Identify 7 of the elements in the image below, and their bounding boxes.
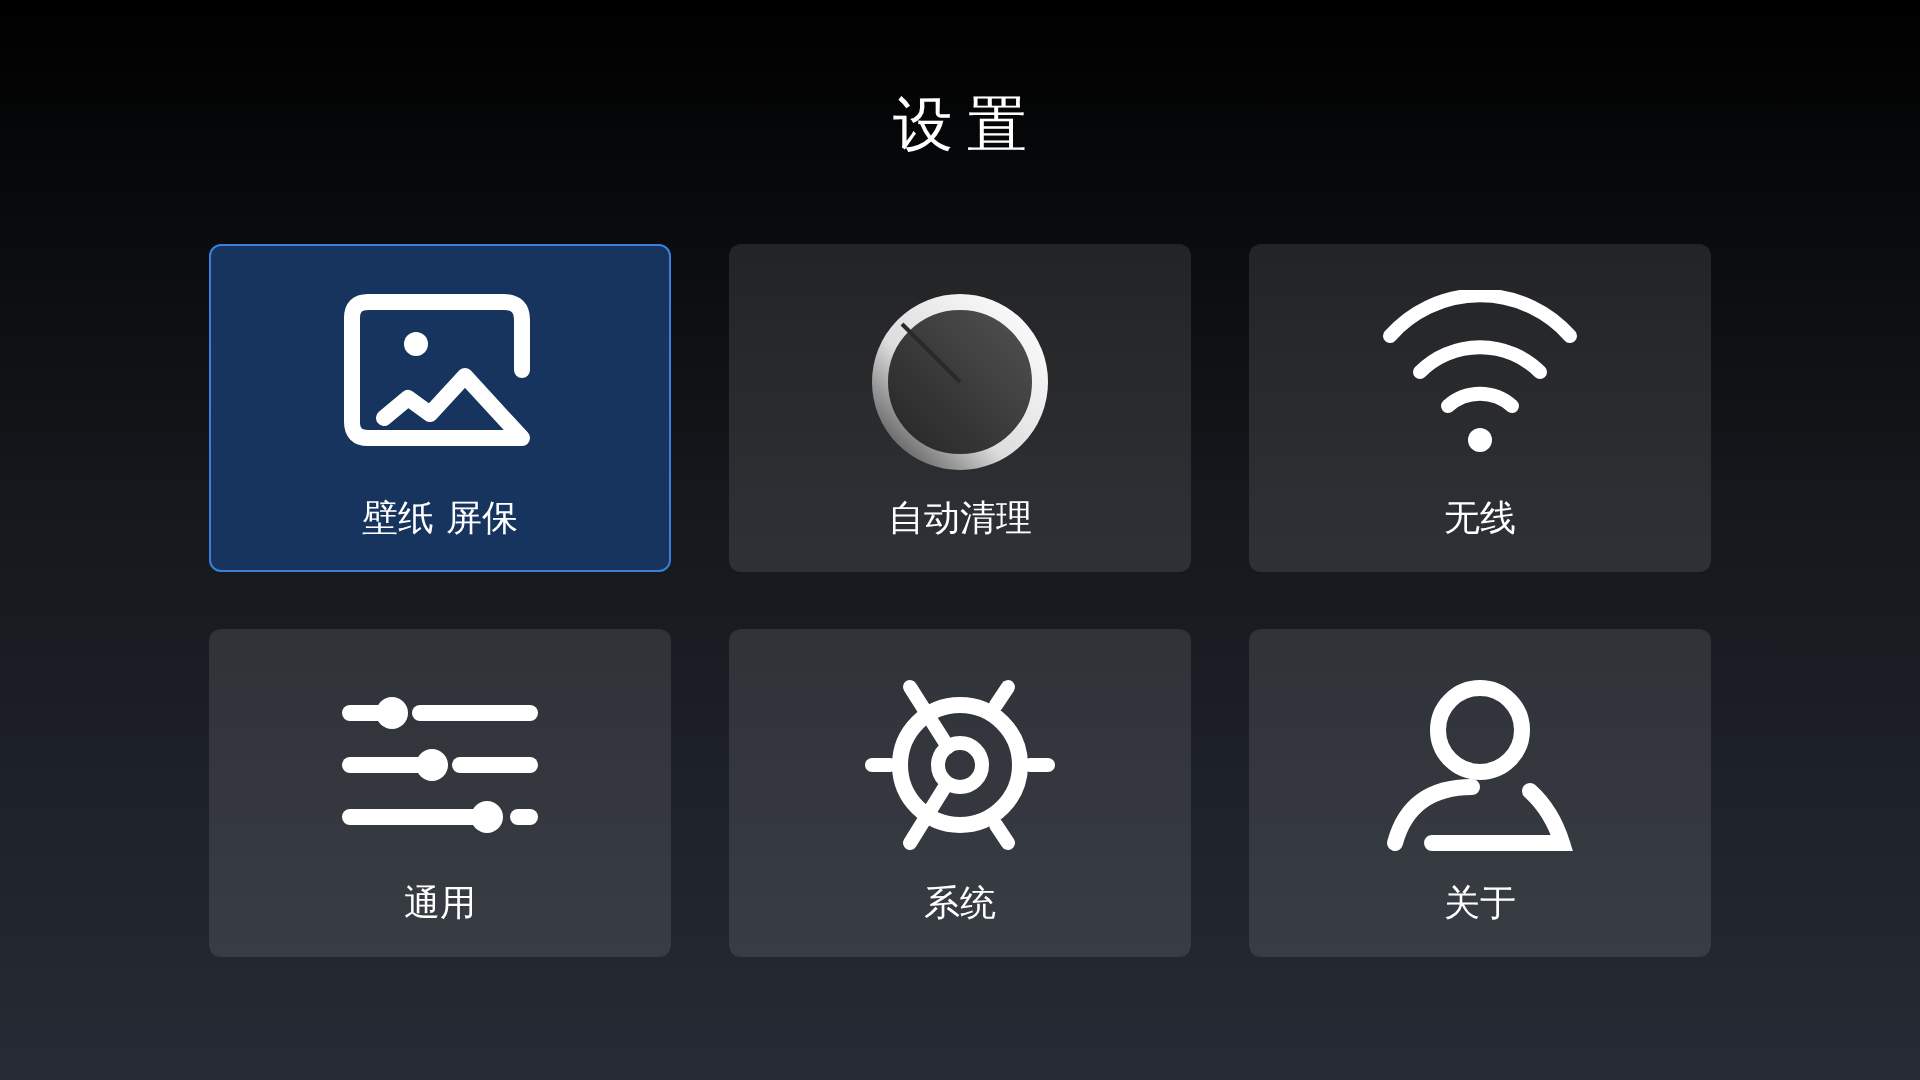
settings-tile[interactable]: 关于 [1249, 629, 1711, 957]
settings-tile[interactable]: 无线 [1249, 244, 1711, 572]
settings-tile[interactable]: 自动清理 [729, 244, 1191, 572]
settings-tile[interactable]: 系统 [729, 629, 1191, 957]
settings-tile[interactable]: 壁纸 屏保 [209, 244, 671, 572]
page-title: 设置 [892, 88, 1041, 160]
settings-tile[interactable]: 通用 [209, 629, 671, 957]
